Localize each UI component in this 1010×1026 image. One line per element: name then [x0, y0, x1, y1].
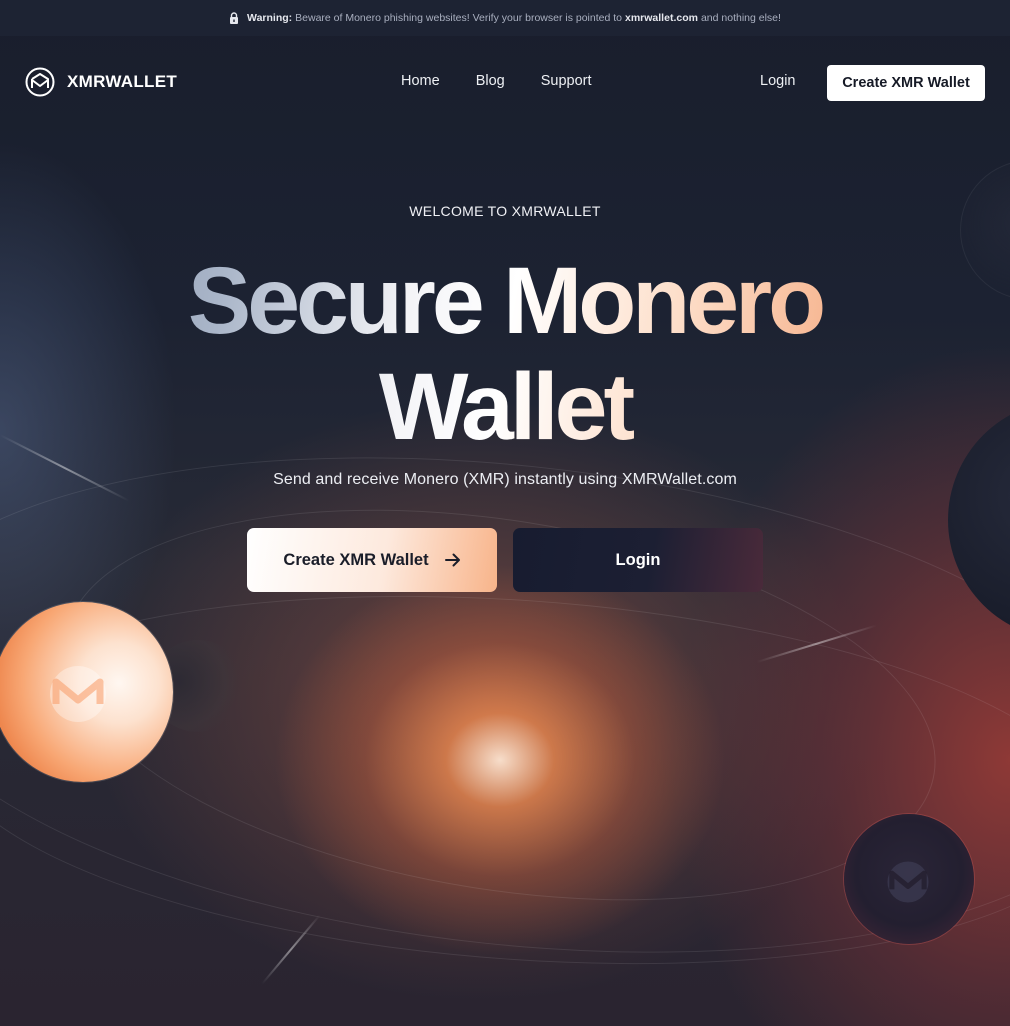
nav-support[interactable]: Support: [541, 73, 592, 89]
login-button[interactable]: Login: [513, 528, 763, 592]
phishing-warning-bar: Warning: Beware of Monero phishing websi…: [0, 0, 1010, 36]
lock-icon: [229, 12, 239, 24]
monero-coin-dark: [844, 814, 974, 944]
hero-title: Secure Monero Wallet: [0, 248, 1010, 460]
warning-label: Warning:: [247, 12, 293, 24]
warning-text-end: and nothing else!: [700, 12, 781, 24]
main-nav: Home Blog Support: [383, 73, 610, 89]
background-scene: [0, 0, 1010, 1026]
create-wallet-button[interactable]: Create XMR Wallet: [247, 528, 497, 592]
hero-eyebrow: WELCOME TO XMRWALLET: [409, 203, 601, 219]
hero-title-line2: Wallet: [378, 354, 632, 460]
monero-coin-orange: [0, 602, 173, 782]
create-wallet-label: Create XMR Wallet: [283, 550, 429, 569]
header-login-link[interactable]: Login: [760, 73, 795, 89]
site-header: XMRWALLET Home Blog Support Login Create…: [0, 36, 1010, 130]
nav-blog[interactable]: Blog: [476, 73, 505, 89]
logo-text: XMRWALLET: [67, 72, 178, 91]
warning-text: Beware of Monero phishing websites! Veri…: [295, 12, 622, 24]
site-logo[interactable]: XMRWALLET: [25, 67, 177, 97]
arrow-right-icon: [444, 553, 460, 567]
monero-coin-icon: [50, 666, 106, 722]
hero-subtitle: Send and receive Monero (XMR) instantly …: [273, 471, 737, 488]
nav-home[interactable]: Home: [401, 73, 440, 89]
monero-coin-icon: [887, 861, 929, 903]
hero-title-line1: Secure Monero: [187, 248, 823, 354]
header-create-wallet-button[interactable]: Create XMR Wallet: [827, 65, 985, 101]
monero-logo-icon: [25, 67, 55, 97]
warning-domain: xmrwallet.com: [625, 12, 698, 24]
